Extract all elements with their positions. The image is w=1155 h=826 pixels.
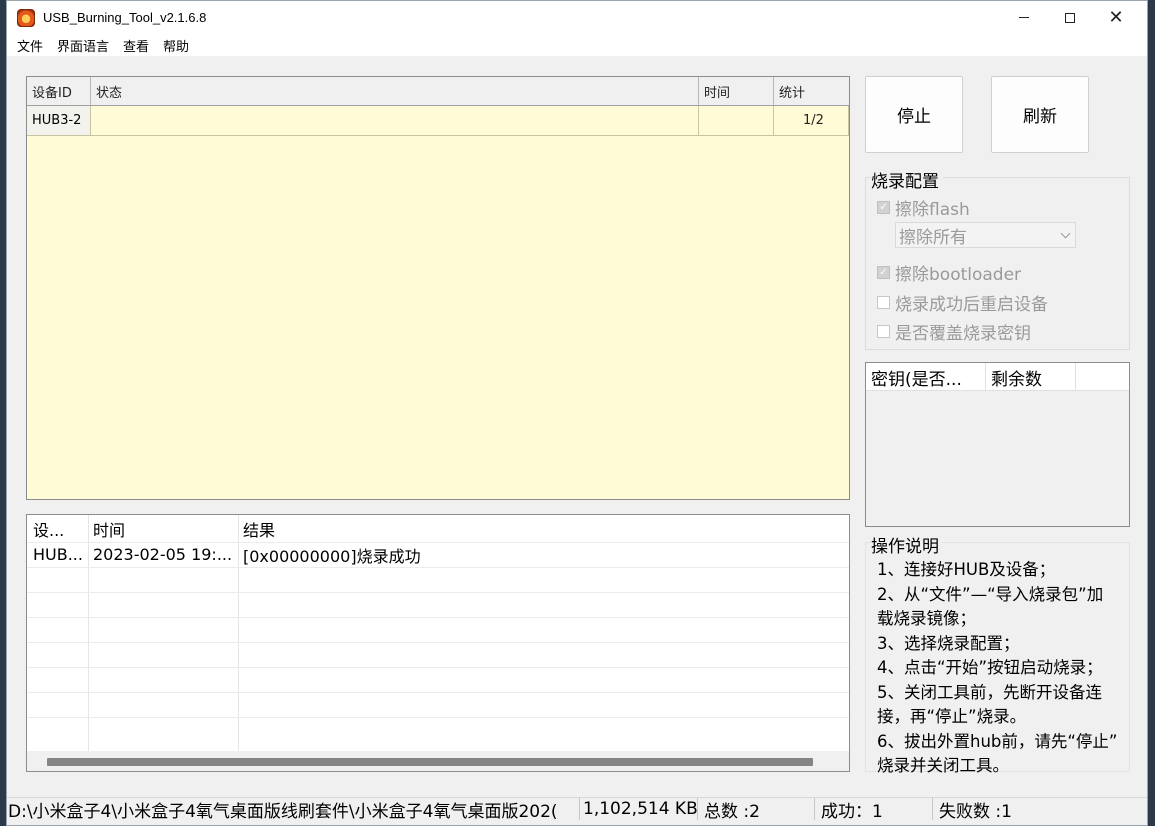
erase-flash-option[interactable]: ✓ 擦除flash — [877, 195, 970, 220]
maximize-icon — [1065, 12, 1075, 23]
instructions-text: 1、连接好HUB及设备； 2、从“文件”—“导入烧录包”加 载烧录镜像； 3、选… — [877, 558, 1137, 779]
instruction-line: 载烧录镜像； — [877, 609, 976, 628]
erase-flash-checkbox[interactable]: ✓ — [877, 201, 890, 214]
menu-help[interactable]: 帮助 — [156, 36, 196, 55]
log-header-device[interactable]: 设... — [33, 516, 87, 541]
time-cell — [699, 106, 774, 135]
header-status[interactable]: 状态 — [91, 77, 699, 105]
erase-mode-select[interactable]: 擦除所有 — [895, 222, 1076, 248]
log-header-time[interactable]: 时间 — [93, 516, 233, 541]
menu-bar: 文件 界面语言 查看 帮助 — [7, 34, 1147, 56]
instruction-line: 1、连接好HUB及设备； — [877, 560, 1056, 579]
overwrite-key-option[interactable]: 是否覆盖烧录密钥 — [877, 319, 1031, 344]
header-device-id[interactable]: 设备ID — [27, 77, 91, 105]
header-count[interactable]: 统计 — [774, 77, 849, 105]
status-cell — [91, 106, 699, 135]
column-divider — [238, 515, 239, 751]
erase-bootloader-checkbox[interactable]: ✓ — [877, 266, 890, 279]
device-table-header: 设备ID 状态 时间 统计 — [27, 77, 849, 106]
instruction-line: 4、点击“开始”按钮启动烧录； — [877, 658, 1103, 677]
minimize-button[interactable] — [1001, 1, 1047, 34]
row-divider — [27, 592, 849, 593]
horizontal-scrollbar[interactable] — [27, 751, 849, 771]
reboot-after-label: 烧录成功后重启设备 — [895, 295, 1048, 315]
main-window: USB_Burning_Tool_v2.1.6.8 ✕ 文件 界面语言 查看 帮… — [6, 0, 1148, 826]
log-header-result[interactable]: 结果 — [243, 516, 443, 541]
status-bar: D:\小米盒子4\小米盒子4氧气桌面版线刷套件\小米盒子4氧气桌面版202( 1… — [7, 797, 1147, 820]
row-divider — [27, 642, 849, 643]
row-divider — [27, 717, 849, 718]
erase-bootloader-label: 擦除bootloader — [895, 265, 1022, 285]
erase-flash-label: 擦除flash — [895, 200, 970, 220]
instruction-line: 烧录并关闭工具。 — [877, 756, 1009, 775]
instruction-line: 6、拔出外置hub前，请先“停止” — [877, 731, 1118, 751]
menu-file[interactable]: 文件 — [10, 36, 50, 55]
instruction-line: 3、选择烧录配置； — [877, 633, 1020, 653]
count-cell: 1/2 — [774, 106, 849, 135]
log-table[interactable]: 设... 时间 结果 HUB... 2023-02-05 19:... [0x0… — [26, 514, 850, 772]
instruction-line: 接，再“停止”烧录。 — [877, 707, 1027, 726]
log-device-cell: HUB... — [33, 545, 83, 564]
key-table[interactable]: 密钥(是否... 剩余数 — [865, 362, 1130, 527]
table-row[interactable]: HUB3-2 1/2 — [27, 106, 849, 136]
status-size: 1,102,514 KB — [580, 798, 698, 820]
title-bar: USB_Burning_Tool_v2.1.6.8 ✕ — [7, 1, 1147, 34]
status-success: 成功：1 — [815, 798, 933, 820]
key-header-key[interactable]: 密钥(是否... — [866, 363, 986, 391]
check-icon: ✓ — [879, 201, 888, 213]
device-id-cell: HUB3-2 — [27, 106, 91, 135]
header-time[interactable]: 时间 — [699, 77, 774, 105]
key-table-header: 密钥(是否... 剩余数 — [866, 363, 1129, 391]
log-time-cell: 2023-02-05 19:... — [93, 545, 233, 564]
status-path: D:\小米盒子4\小米盒子4氧气桌面版线刷套件\小米盒子4氧气桌面版202( — [7, 798, 580, 820]
row-divider — [27, 667, 849, 668]
minimize-icon — [1019, 17, 1029, 18]
reboot-after-checkbox[interactable] — [877, 296, 890, 309]
reboot-after-option[interactable]: 烧录成功后重启设备 — [877, 290, 1048, 315]
row-divider — [27, 617, 849, 618]
row-divider — [27, 567, 849, 568]
window-title: USB_Burning_Tool_v2.1.6.8 — [43, 10, 207, 25]
column-divider — [88, 515, 89, 751]
status-total: 总数 :2 — [698, 798, 815, 820]
overwrite-key-label: 是否覆盖烧录密钥 — [895, 324, 1031, 344]
instruction-line: 2、从“文件”—“导入烧录包”加 — [877, 584, 1104, 604]
status-fail: 失败数 :1 — [939, 801, 1012, 821]
instruction-line: 5、关闭工具前，先断开设备连 — [877, 682, 1102, 702]
close-icon: ✕ — [1108, 6, 1124, 28]
app-icon — [17, 8, 35, 27]
check-icon: ✓ — [879, 266, 888, 278]
key-header-remaining[interactable]: 剩余数 — [986, 363, 1076, 391]
maximize-button[interactable] — [1047, 1, 1093, 34]
device-table[interactable]: 设备ID 状态 时间 统计 HUB3-2 1/2 — [26, 76, 850, 500]
erase-bootloader-option[interactable]: ✓ 擦除bootloader — [877, 260, 1021, 285]
menu-language[interactable]: 界面语言 — [50, 36, 116, 55]
burn-config-title: 烧录配置 — [871, 167, 943, 192]
stop-button[interactable]: 停止 — [865, 76, 963, 153]
erase-mode-value: 擦除所有 — [899, 227, 967, 248]
menu-view[interactable]: 查看 — [116, 36, 156, 55]
refresh-button[interactable]: 刷新 — [991, 76, 1089, 153]
close-button[interactable]: ✕ — [1093, 1, 1139, 34]
row-divider — [27, 692, 849, 693]
log-result-cell: [0x00000000]烧录成功 — [243, 546, 421, 566]
instructions-title: 操作说明 — [871, 532, 943, 557]
scrollbar-thumb[interactable] — [47, 758, 813, 766]
overwrite-key-checkbox[interactable] — [877, 325, 890, 338]
chevron-down-icon — [1060, 228, 1071, 239]
